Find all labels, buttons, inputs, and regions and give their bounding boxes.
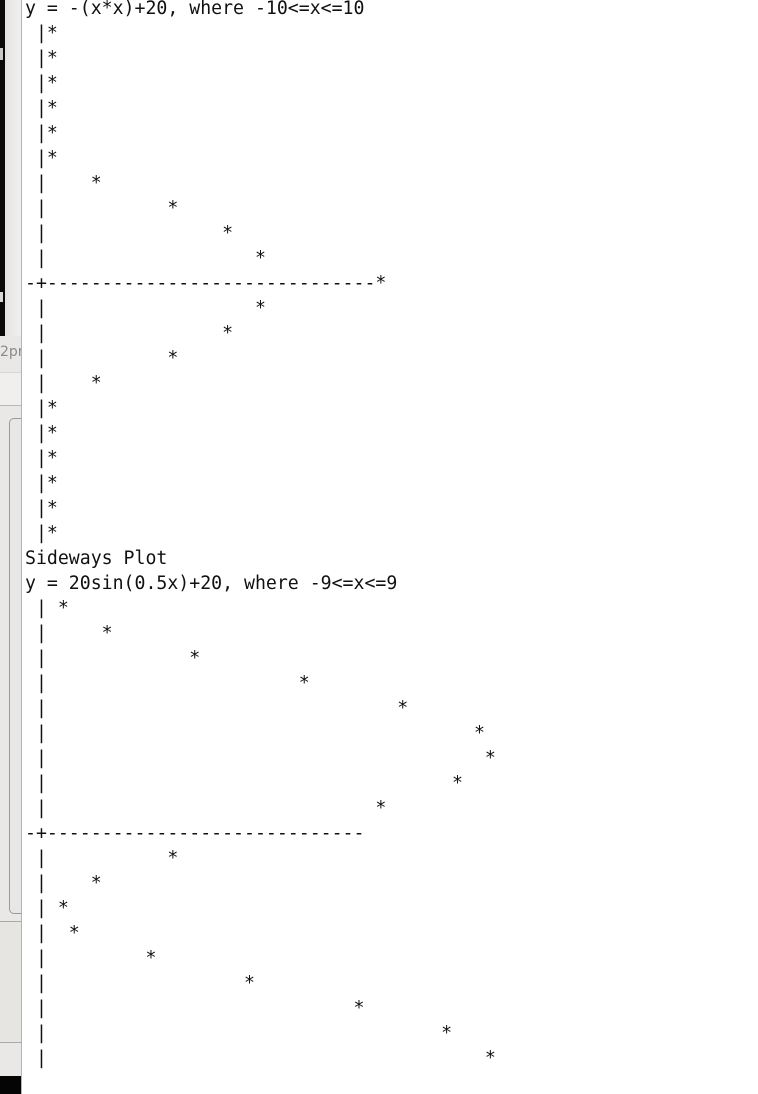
background-scroll-marker xyxy=(0,48,3,60)
plot-point-row: | * xyxy=(25,773,463,794)
background-frame xyxy=(9,418,21,914)
background-window: 2pr xyxy=(0,0,21,1094)
plot-point-row: |* xyxy=(25,448,58,469)
plot-point-row: | * xyxy=(25,1023,453,1044)
plot-point-row: | * xyxy=(25,798,387,819)
background-toolbar xyxy=(0,372,21,406)
plot-point-row: |* xyxy=(25,148,58,169)
plot-point-row: | * xyxy=(25,948,157,969)
plot-point-row: |* xyxy=(25,473,58,494)
plot-point-row: | * xyxy=(25,198,179,219)
plot-point-row: | * xyxy=(25,748,496,769)
plot-point-row: | * xyxy=(25,248,266,269)
background-panel-strip xyxy=(5,0,21,336)
plot-point-row: | * xyxy=(25,173,102,194)
plot-point-row: | * xyxy=(25,998,365,1019)
plot-equation-title: y = 20sin(0.5x)+20, where -9<=x<=9 xyxy=(25,573,398,594)
plot-point-row: | * xyxy=(25,223,234,244)
ascii-plot-output: y = -(x*x)+20, where -10<=x<=10 |* |* |*… xyxy=(25,0,496,1071)
plot-point-row: | * xyxy=(25,973,255,994)
plot-axis-line: -+------------------------------* xyxy=(25,273,387,294)
plot-point-row: | * xyxy=(25,648,201,669)
plot-point-row: |* xyxy=(25,23,58,44)
plot-point-row: |* xyxy=(25,498,58,519)
plot-point-row: | * xyxy=(25,1048,496,1069)
plot-point-row: |* xyxy=(25,123,58,144)
plot-point-row: |* xyxy=(25,398,58,419)
plot-heading: Sideways Plot xyxy=(25,548,168,569)
plot-point-row: | * xyxy=(25,348,179,369)
plot-point-row: | * xyxy=(25,698,409,719)
plot-point-row: | * xyxy=(25,873,102,894)
plot-point-row: |* xyxy=(25,423,58,444)
background-tab-label[interactable]: 2pr xyxy=(0,344,21,360)
plot-point-row: |* xyxy=(25,98,58,119)
plot-point-row: | * xyxy=(25,723,485,744)
plot-equation-title: y = -(x*x)+20, where -10<=x<=10 xyxy=(25,0,365,19)
background-scroll-marker xyxy=(0,292,3,302)
plot-point-row: |* xyxy=(25,48,58,69)
background-taskbar xyxy=(0,1076,21,1094)
plot-axis-line: -+----------------------------- xyxy=(25,823,365,844)
plot-point-row: |* xyxy=(25,523,58,544)
plot-point-row: | * xyxy=(25,373,102,394)
plot-point-row: |* xyxy=(25,73,58,94)
plot-point-row: | * xyxy=(25,623,113,644)
plot-point-row: | * xyxy=(25,298,266,319)
background-lower-panel xyxy=(0,921,21,1043)
terminal-output-window[interactable]: y = -(x*x)+20, where -10<=x<=10 |* |* |*… xyxy=(21,0,758,1094)
plot-point-row: | * xyxy=(25,673,310,694)
plot-point-row: | * xyxy=(25,848,179,869)
plot-point-row: | * xyxy=(25,898,69,919)
plot-point-row: | * xyxy=(25,323,234,344)
plot-point-row: | * xyxy=(25,923,80,944)
plot-point-row: | * xyxy=(25,598,69,619)
